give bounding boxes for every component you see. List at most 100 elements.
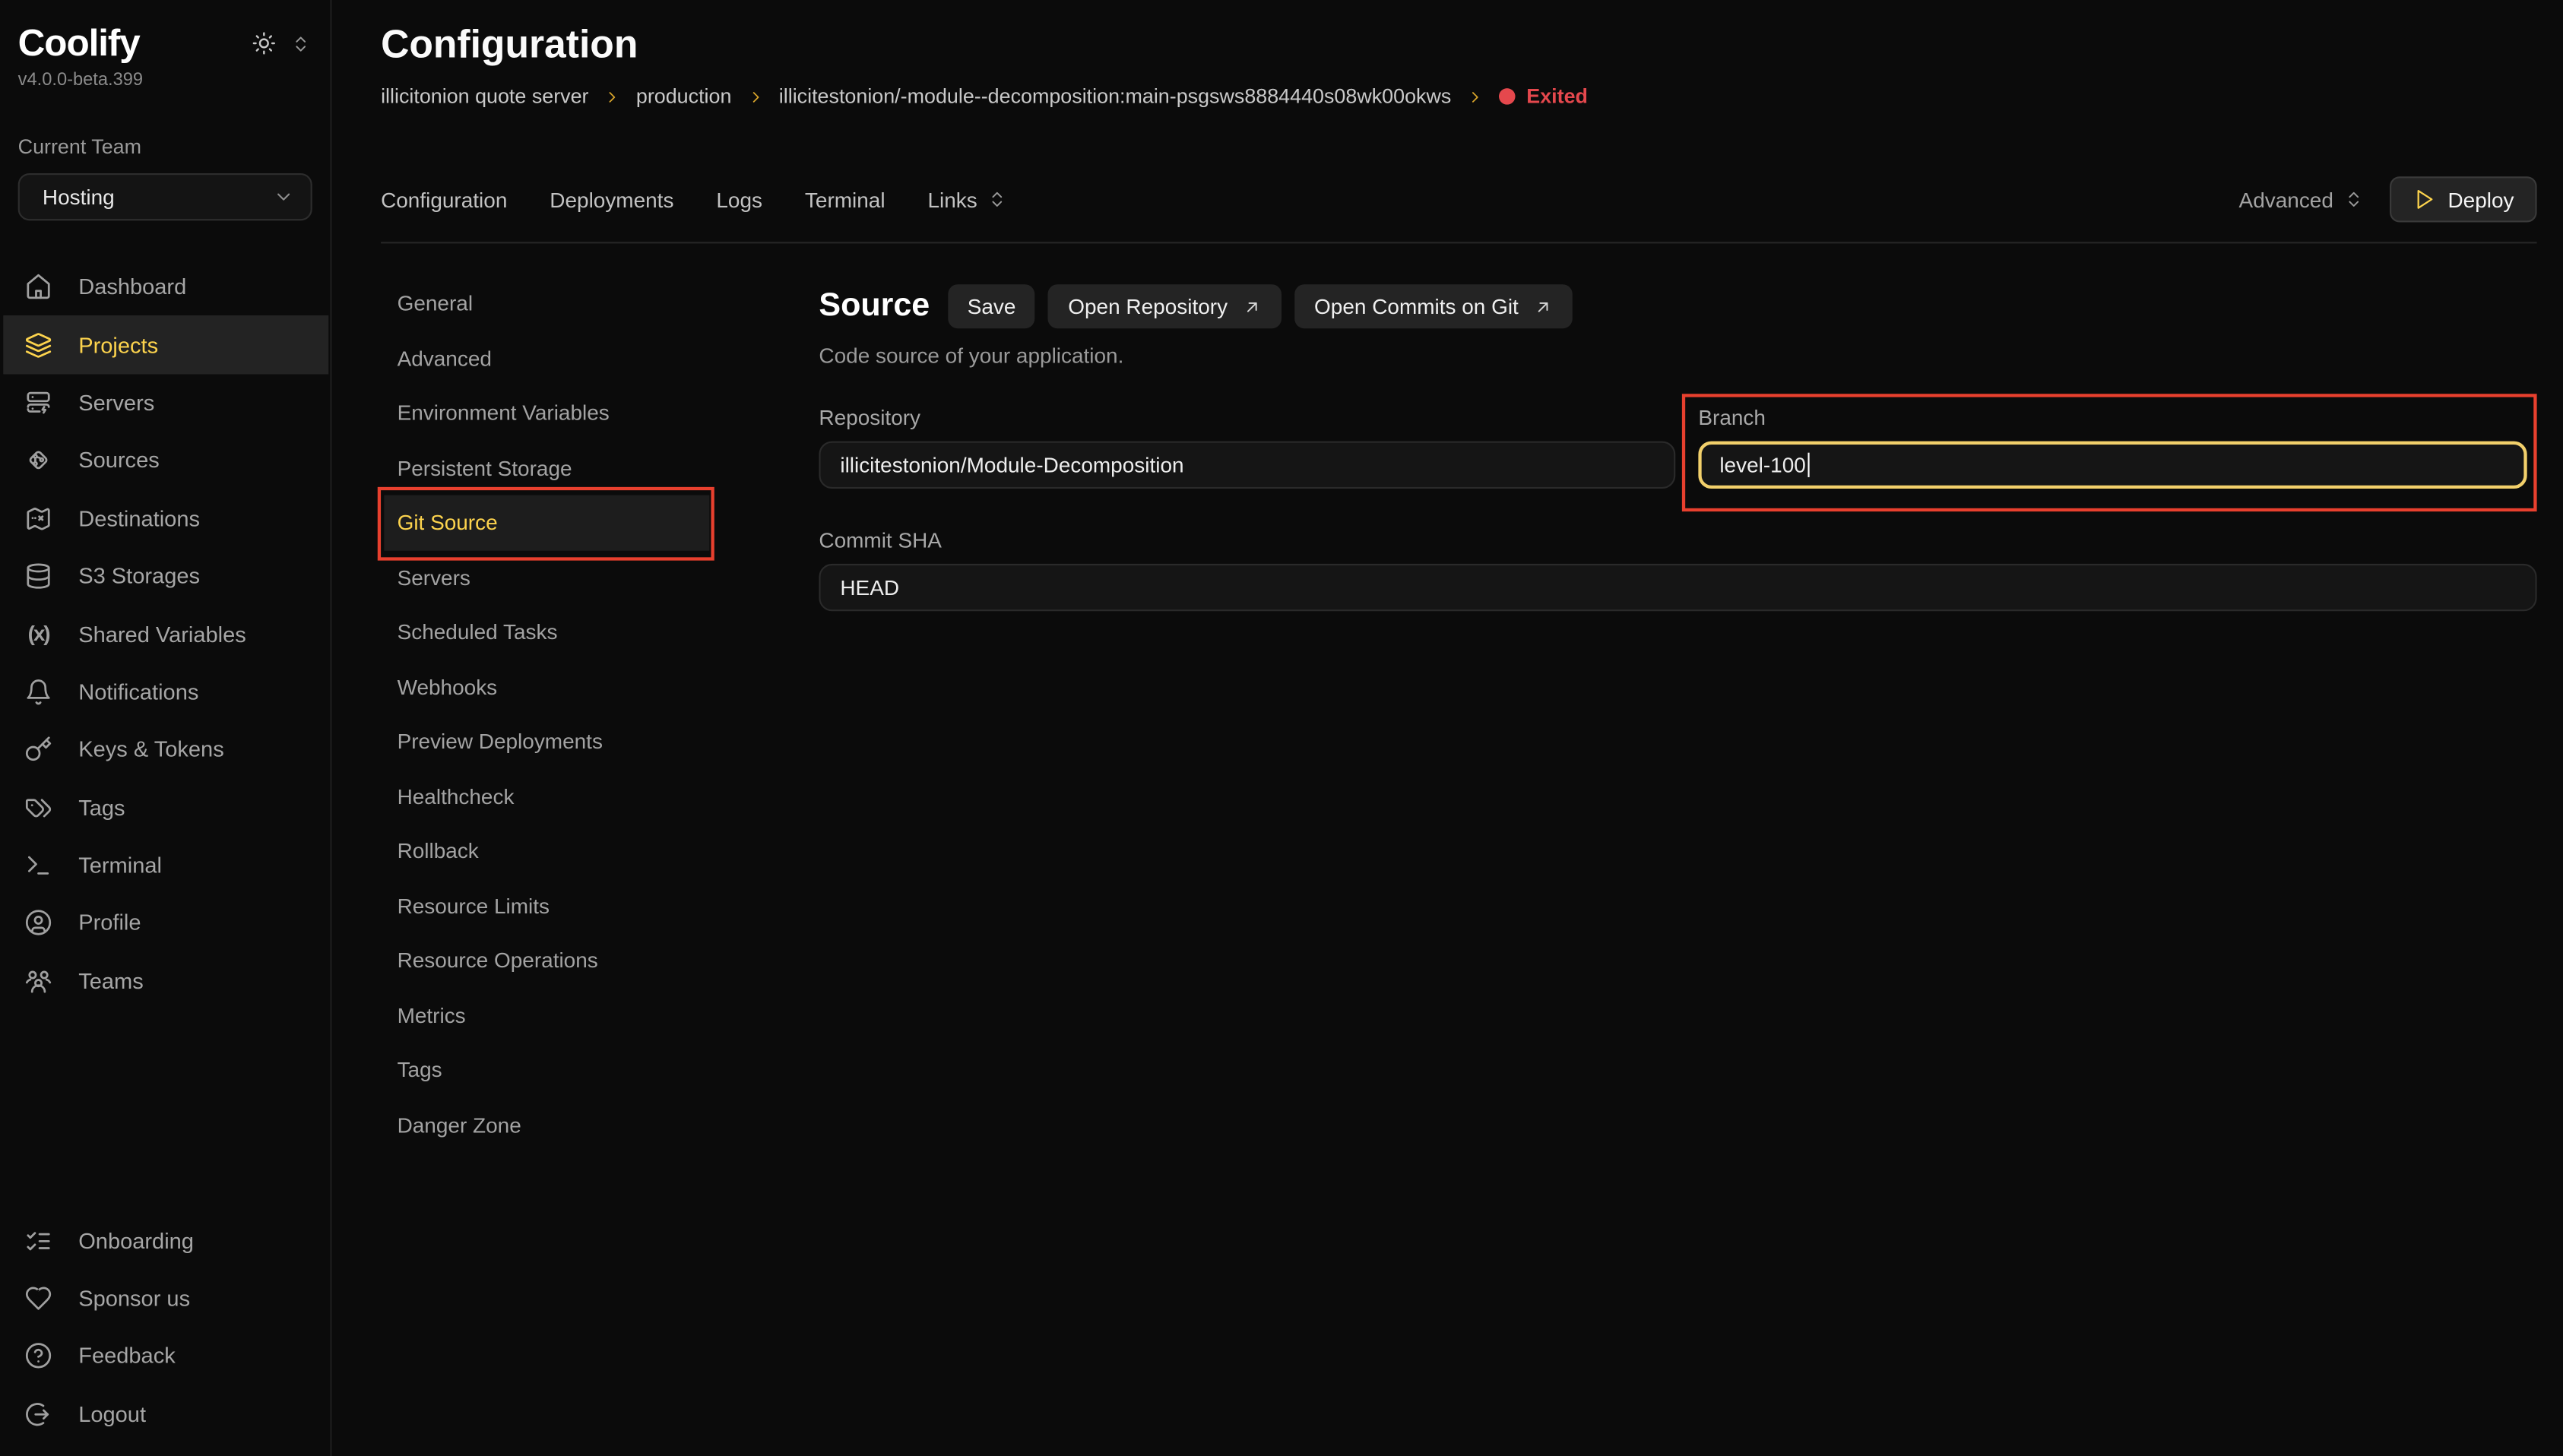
sidebar-item-feedback[interactable]: Feedback (3, 1328, 328, 1385)
chevron-right-icon (746, 87, 765, 106)
tab-logs[interactable]: Logs (716, 187, 762, 211)
team-select[interactable]: Hosting (18, 173, 312, 220)
sidebar: Coolify v4.0.0-beta.399 Curr (0, 0, 332, 1456)
sidebar-item-destinations[interactable]: Destinations (3, 489, 328, 547)
sidebar-item-tags[interactable]: Tags (3, 779, 328, 837)
page-title: Configuration (381, 23, 2537, 68)
subnav-general[interactable]: General (384, 276, 709, 331)
tab-links[interactable]: Links (927, 187, 1006, 211)
sidebar-item-label: Destinations (78, 506, 200, 530)
subnav-danger-zone[interactable]: Danger Zone (384, 1097, 709, 1152)
git-source-icon (24, 447, 52, 475)
chevron-down-icon (273, 186, 294, 207)
sidebar-item-profile[interactable]: Profile (3, 894, 328, 952)
team-select-value: Hosting (43, 185, 115, 209)
breadcrumb-environment[interactable]: production (636, 85, 732, 108)
sidebar-item-label: Shared Variables (78, 622, 246, 646)
tab-deployments[interactable]: Deployments (550, 187, 673, 211)
subnav-servers[interactable]: Servers (384, 550, 709, 605)
sidebar-item-label: Feedback (78, 1344, 176, 1369)
subnav-git-source[interactable]: Git Source (384, 495, 709, 550)
bell-icon (24, 678, 52, 706)
subnav-persistent-storage[interactable]: Persistent Storage (384, 441, 709, 495)
status-dot-icon (1499, 88, 1516, 105)
layers-icon (24, 331, 52, 359)
sidebar-item-onboarding[interactable]: Onboarding (3, 1211, 328, 1269)
sidebar-item-servers[interactable]: Servers (3, 374, 328, 432)
subnav-tags[interactable]: Tags (384, 1043, 709, 1097)
repository-field: Repository (819, 394, 1675, 511)
heart-handshake-icon (24, 1284, 52, 1312)
advanced-dropdown[interactable]: Advanced (2239, 187, 2363, 211)
subnav-rollback[interactable]: Rollback (384, 824, 709, 878)
subnav-environment-variables[interactable]: Environment Variables (384, 386, 709, 441)
repository-label: Repository (819, 405, 1675, 429)
open-repository-button[interactable]: Open Repository (1048, 284, 1282, 328)
main-content: Configuration illicitonion quote server … (334, 0, 2563, 1456)
key-icon (24, 736, 52, 764)
subnav-resource-limits[interactable]: Resource Limits (384, 878, 709, 933)
theme-switcher-chevrons-icon[interactable] (291, 33, 311, 53)
commit-sha-input[interactable] (819, 564, 2536, 611)
git-source-panel: Source Save Open Repository Open Commits… (819, 276, 2536, 1152)
tab-terminal[interactable]: Terminal (805, 187, 885, 211)
save-button[interactable]: Save (948, 284, 1035, 328)
sidebar-item-sources[interactable]: Sources (3, 432, 328, 489)
breadcrumb-project[interactable]: illicitonion quote server (381, 85, 588, 108)
subnav-metrics[interactable]: Metrics (384, 988, 709, 1043)
sidebar-item-label: Teams (78, 969, 144, 993)
sidebar-item-label: Profile (78, 911, 141, 935)
status-text: Exited (1526, 85, 1588, 108)
section-description: Code source of your application. (819, 343, 2536, 368)
arrow-up-right-icon (1533, 296, 1553, 316)
log-out-icon (24, 1401, 52, 1429)
server-icon (24, 389, 52, 417)
commit-sha-field: Commit SHA (819, 528, 2536, 612)
tab-bar: Configuration Deployments Logs Terminal … (381, 176, 2537, 222)
chevron-right-icon (604, 87, 622, 106)
branch-input[interactable]: level-100 (1698, 442, 2527, 489)
subnav-preview-deployments[interactable]: Preview Deployments (384, 714, 709, 769)
theme-sun-icon[interactable] (252, 31, 276, 55)
sidebar-item-projects[interactable]: Projects (3, 316, 328, 374)
commit-sha-label: Commit SHA (819, 528, 2536, 552)
sidebar-item-label: Servers (78, 391, 154, 415)
subnav-resource-operations[interactable]: Resource Operations (384, 933, 709, 988)
chevrons-up-down-icon (2343, 189, 2363, 209)
deploy-button[interactable]: Deploy (2389, 176, 2537, 222)
sidebar-item-keys-tokens[interactable]: Keys & Tokens (3, 721, 328, 779)
sidebar-footer: Onboarding Sponsor us Feedback Logout (0, 1211, 328, 1442)
tab-divider (381, 242, 2537, 243)
sidebar-item-notifications[interactable]: Notifications (3, 663, 328, 721)
sidebar-item-label: Onboarding (78, 1228, 194, 1252)
status-badge: Exited (1499, 85, 1588, 108)
user-circle-icon (24, 910, 52, 938)
subnav-webhooks[interactable]: Webhooks (384, 660, 709, 714)
sidebar-item-sponsor-us[interactable]: Sponsor us (3, 1270, 328, 1328)
tab-links-label: Links (927, 187, 977, 211)
current-team-label: Current Team (0, 90, 330, 158)
sidebar-item-terminal[interactable]: Terminal (3, 837, 328, 894)
annotation-box-branch: Branch level-100 (1682, 394, 2537, 511)
repository-input[interactable] (819, 442, 1675, 489)
sidebar-item-label: Notifications (78, 679, 198, 704)
home-icon (24, 274, 52, 302)
subnav-advanced[interactable]: Advanced (384, 331, 709, 385)
tab-configuration[interactable]: Configuration (381, 187, 507, 211)
app-root: Coolify v4.0.0-beta.399 Curr (0, 0, 2563, 1456)
sidebar-item-label: Keys & Tokens (78, 738, 224, 762)
open-commits-button[interactable]: Open Commits on Git (1294, 284, 1573, 328)
chevron-right-icon (1466, 87, 1484, 106)
terminal-icon (24, 852, 52, 880)
subnav-scheduled-tasks[interactable]: Scheduled Tasks (384, 605, 709, 660)
sidebar-item-teams[interactable]: Teams (3, 952, 328, 1010)
open-repository-label: Open Repository (1068, 294, 1228, 318)
sidebar-item-label: Projects (78, 333, 158, 357)
subnav-healthcheck[interactable]: Healthcheck (384, 769, 709, 824)
sidebar-item-s3-storages[interactable]: S3 Storages (3, 547, 328, 605)
sidebar-item-dashboard[interactable]: Dashboard (3, 258, 328, 316)
sidebar-item-logout[interactable]: Logout (3, 1385, 328, 1443)
sidebar-item-shared-variables[interactable]: (x) Shared Variables (3, 605, 328, 663)
breadcrumb-application[interactable]: illicitestonion/-module--decomposition:m… (779, 85, 1452, 108)
app-logo: Coolify (18, 21, 140, 65)
